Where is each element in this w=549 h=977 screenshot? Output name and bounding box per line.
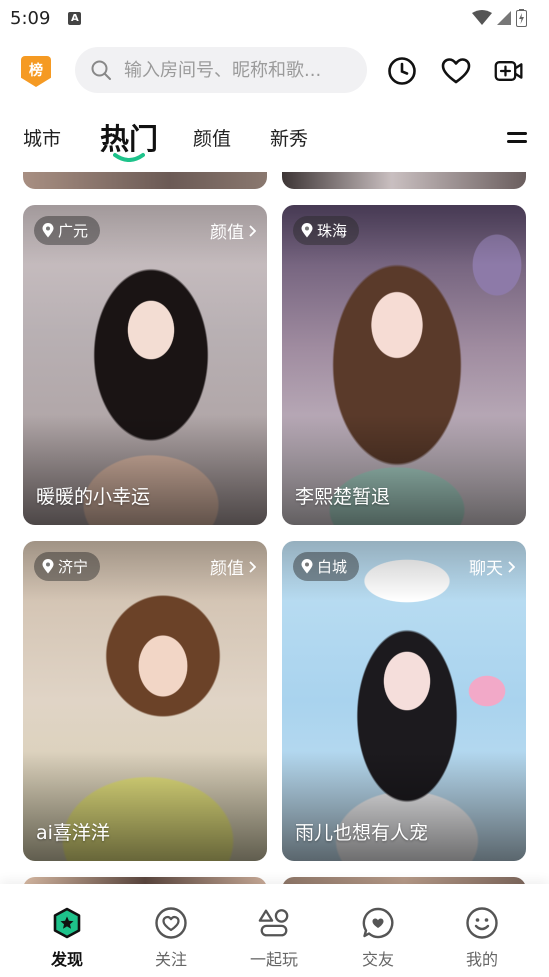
nav-profile[interactable]: 我的 xyxy=(430,906,534,970)
video-camera-add-icon xyxy=(494,61,523,81)
favorites-button[interactable] xyxy=(441,56,471,86)
category-tag[interactable]: 颜值 xyxy=(210,218,256,243)
location-pin-icon xyxy=(301,223,313,238)
nav-label: 我的 xyxy=(465,950,498,969)
location-text: 珠海 xyxy=(317,222,348,240)
wifi-icon xyxy=(472,10,492,25)
location-badge: 济宁 xyxy=(34,552,101,581)
nav-label: 发现 xyxy=(50,950,83,969)
nav-label: 关注 xyxy=(154,950,187,969)
location-text: 济宁 xyxy=(58,558,89,576)
location-pin-icon xyxy=(42,559,54,574)
tab-city[interactable]: 城市 xyxy=(23,124,61,151)
nav-make-friends[interactable]: 交友 xyxy=(326,906,430,970)
nav-discover[interactable]: 发现 xyxy=(15,906,119,970)
location-pin-icon xyxy=(301,559,313,574)
search-bar[interactable] xyxy=(75,47,367,93)
go-live-button[interactable] xyxy=(494,56,524,86)
ranking-button[interactable]: 榜 xyxy=(21,56,51,87)
notification-icon: A xyxy=(68,11,82,25)
stream-grid: 广元 颜值 暖暖的小幸运 珠海 李熙楚暂退 济宁 颜值 ai喜洋洋 白城 聊天 … xyxy=(0,172,549,884)
shapes-icon xyxy=(257,906,291,940)
chevron-right-icon xyxy=(249,560,256,573)
streamer-name: 李熙楚暂退 xyxy=(295,486,391,508)
discover-icon xyxy=(50,906,84,940)
menu-line-icon xyxy=(507,132,527,135)
search-icon xyxy=(91,60,111,80)
streamer-name: 暖暖的小幸运 xyxy=(36,486,151,508)
category-label: 颜值 xyxy=(210,223,244,243)
stream-card[interactable]: 白城 聊天 雨儿也想有人宠 xyxy=(282,541,526,861)
chat-bubble-icon xyxy=(361,906,395,940)
category-label: 聊天 xyxy=(469,559,503,579)
cellular-signal-icon xyxy=(497,11,511,25)
stream-card-partial[interactable] xyxy=(282,172,526,189)
nav-following[interactable]: 关注 xyxy=(119,906,223,970)
tab-looks[interactable]: 颜值 xyxy=(193,124,231,151)
nav-label: 一起玩 xyxy=(249,950,298,969)
category-label: 颜值 xyxy=(210,559,244,579)
heart-icon xyxy=(441,58,471,84)
location-badge: 珠海 xyxy=(293,216,360,245)
battery-icon xyxy=(516,9,527,27)
search-input[interactable] xyxy=(124,59,352,81)
status-bar: 5:09 A xyxy=(0,0,549,36)
top-bar: 榜 xyxy=(0,47,549,93)
chevron-right-icon xyxy=(249,224,256,237)
stream-card-partial[interactable] xyxy=(23,877,267,884)
active-tab-indicator xyxy=(113,153,145,162)
menu-line-icon xyxy=(507,140,527,143)
stream-card[interactable]: 济宁 颜值 ai喜洋洋 xyxy=(23,541,267,861)
stream-card-partial[interactable] xyxy=(282,877,526,884)
streamer-name: 雨儿也想有人宠 xyxy=(295,822,429,844)
streamer-name: ai喜洋洋 xyxy=(36,822,110,844)
status-time: 5:09 xyxy=(10,7,51,29)
bottom-navigation: 发现 关注 一起玩 交友 我的 xyxy=(0,884,549,977)
rank-badge-label: 榜 xyxy=(29,63,43,79)
category-tabs: 城市 热门 颜值 新秀 xyxy=(0,112,549,164)
category-tag[interactable]: 颜值 xyxy=(210,554,256,579)
location-badge: 白城 xyxy=(293,552,360,581)
smiley-icon xyxy=(465,906,499,940)
chevron-right-icon xyxy=(508,560,515,573)
heart-face-icon xyxy=(154,906,188,940)
more-categories-button[interactable] xyxy=(507,132,527,146)
category-tag[interactable]: 聊天 xyxy=(469,554,515,579)
stream-card[interactable]: 珠海 李熙楚暂退 xyxy=(282,205,526,525)
clock-icon xyxy=(388,57,416,85)
tab-newcomers[interactable]: 新秀 xyxy=(270,124,308,151)
status-indicators xyxy=(472,9,527,27)
location-text: 广元 xyxy=(58,222,89,240)
nav-label: 交友 xyxy=(361,950,394,969)
history-button[interactable] xyxy=(387,56,417,86)
stream-card[interactable]: 广元 颜值 暖暖的小幸运 xyxy=(23,205,267,525)
location-pin-icon xyxy=(42,223,54,238)
location-badge: 广元 xyxy=(34,216,101,245)
nav-play-together[interactable]: 一起玩 xyxy=(222,906,326,970)
location-text: 白城 xyxy=(317,558,348,576)
stream-card-partial[interactable] xyxy=(23,172,267,189)
